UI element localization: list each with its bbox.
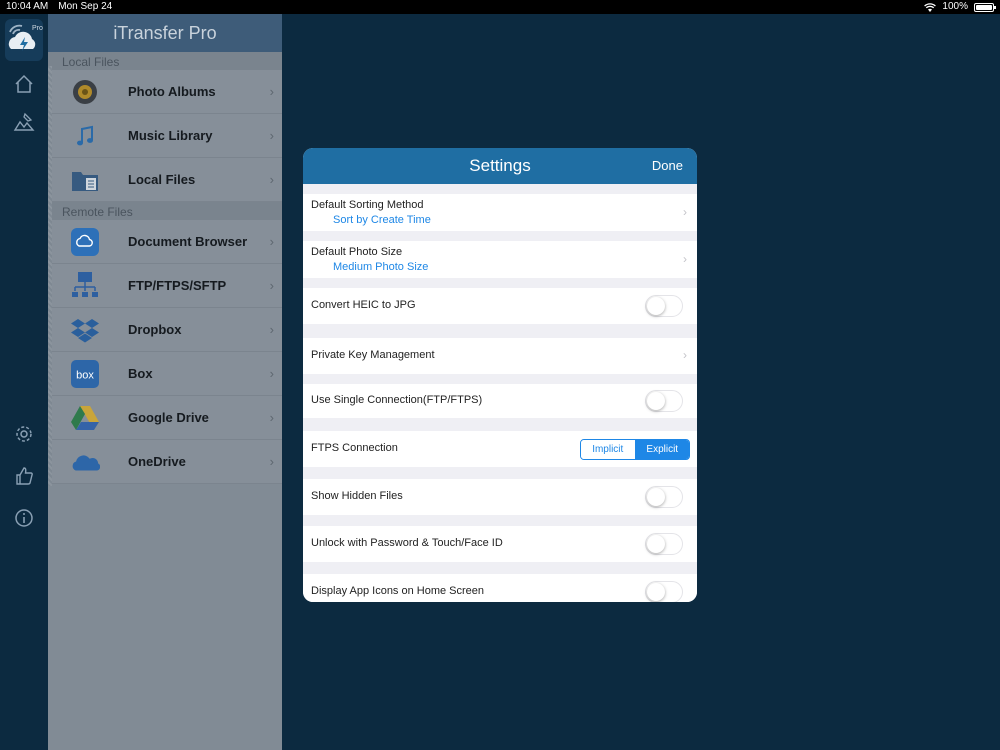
modal-header: Settings Done [303, 148, 697, 184]
unlock-toggle[interactable] [645, 533, 683, 555]
app-logo: Pro [5, 19, 43, 61]
thumbs-up-icon[interactable] [12, 464, 36, 488]
network-icon [70, 271, 100, 301]
status-time: 10:04 AM [6, 1, 49, 12]
icloud-icon [70, 227, 100, 257]
modal-title: Settings [469, 156, 531, 175]
sidebar-title: iTransfer Pro [48, 14, 282, 52]
status-right: 100% [924, 0, 996, 14]
setting-label: Show Hidden Files [311, 490, 403, 502]
setting-label: FTPS Connection [311, 442, 398, 454]
sidebar-item-label: Dropbox [128, 322, 182, 337]
setting-label: Display App Icons on Home Screen [311, 585, 485, 597]
setting-label: Default Sorting Method [311, 199, 424, 211]
chevron-right-icon: › [269, 366, 274, 381]
setting-label: Convert HEIC to JPG [311, 299, 416, 311]
settings-modal: Settings Done Default Sorting Method Sor… [303, 148, 697, 602]
setting-row-unlock: Unlock with Password & Touch/Face ID [303, 526, 697, 562]
section-header-remote: Remote Files [48, 202, 282, 220]
setting-label: Private Key Management [311, 349, 435, 361]
setting-row-photo-size[interactable]: Default Photo Size Medium Photo Size › [303, 241, 697, 278]
battery-percent: 100% [942, 1, 968, 12]
done-button[interactable]: Done [652, 158, 683, 173]
setting-row-single-connection: Use Single Connection(FTP/FTPS) [303, 384, 697, 418]
gear-icon[interactable] [12, 422, 36, 446]
setting-label: Use Single Connection(FTP/FTPS) [311, 394, 483, 406]
single-connection-toggle[interactable] [645, 390, 683, 412]
folder-icon [70, 165, 100, 195]
image-edit-icon[interactable] [12, 110, 36, 134]
app-icons-toggle[interactable] [645, 581, 683, 602]
sidebar-item-onedrive[interactable]: OneDrive › [48, 440, 282, 484]
setting-row-private-key[interactable]: Private Key Management › [303, 338, 697, 374]
sidebar: iTransfer Pro Local Files Photo Albums ›… [48, 14, 282, 750]
hidden-files-toggle[interactable] [645, 486, 683, 508]
setting-value: Sort by Create Time [333, 214, 431, 226]
setting-row-sorting[interactable]: Default Sorting Method Sort by Create Ti… [303, 194, 697, 231]
setting-value: Medium Photo Size [333, 261, 429, 273]
status-bar: 10:04 AM Mon Sep 24 100% [0, 0, 1000, 14]
sidebar-item-label: FTP/FTPS/SFTP [128, 278, 227, 293]
sidebar-item-ftp[interactable]: FTP/FTPS/SFTP › [48, 264, 282, 308]
info-icon[interactable] [12, 506, 36, 530]
setting-row-heic: Convert HEIC to JPG [303, 288, 697, 324]
sidebar-item-label: OneDrive [128, 454, 186, 469]
setting-row-ftps: FTPS Connection Implicit Explicit [303, 431, 697, 467]
setting-label: Unlock with Password & Touch/Face ID [311, 537, 503, 549]
chevron-right-icon: › [683, 348, 687, 362]
chevron-right-icon: › [683, 252, 687, 266]
pro-badge: Pro [32, 25, 43, 32]
sidebar-item-music-library[interactable]: Music Library › [48, 114, 282, 158]
sidebar-item-google-drive[interactable]: Google Drive › [48, 396, 282, 440]
heic-toggle[interactable] [645, 295, 683, 317]
chevron-right-icon: › [269, 410, 274, 425]
wifi-icon [924, 2, 937, 12]
sidebar-item-document-browser[interactable]: Document Browser › [48, 220, 282, 264]
sidebar-item-dropbox[interactable]: Dropbox › [48, 308, 282, 352]
onedrive-icon [70, 447, 100, 477]
chevron-right-icon: › [269, 322, 274, 337]
sidebar-item-photo-albums[interactable]: Photo Albums › [48, 70, 282, 114]
google-drive-icon [70, 403, 100, 433]
sidebar-item-box[interactable]: box Box › [48, 352, 282, 396]
setting-row-app-icons: Display App Icons on Home Screen [303, 574, 697, 602]
battery-icon [974, 2, 996, 12]
status-date: Mon Sep 24 [58, 1, 113, 12]
sidebar-item-label: Box [128, 366, 153, 381]
sidebar-item-label: Document Browser [128, 234, 248, 249]
sidebar-divider [48, 66, 52, 486]
section-header-local: Local Files [48, 52, 282, 70]
icon-rail: Pro [0, 14, 48, 750]
setting-label: Default Photo Size [311, 246, 403, 258]
chevron-right-icon: › [269, 172, 274, 187]
settings-list: Default Sorting Method Sort by Create Ti… [303, 184, 697, 602]
ftps-implicit-option[interactable]: Implicit [581, 440, 636, 459]
music-note-icon [70, 121, 100, 151]
sidebar-item-local-files[interactable]: Local Files › [48, 158, 282, 202]
sidebar-item-label: Music Library [128, 128, 213, 143]
ftps-explicit-option[interactable]: Explicit [635, 440, 689, 459]
sidebar-item-label: Google Drive [128, 410, 209, 425]
svg-text:box: box [76, 369, 94, 381]
home-icon[interactable] [12, 72, 36, 96]
chevron-right-icon: › [269, 84, 274, 99]
box-icon: box [70, 359, 100, 389]
chevron-right-icon: › [269, 128, 274, 143]
setting-row-hidden-files: Show Hidden Files [303, 479, 697, 515]
sidebar-item-label: Local Files [128, 172, 196, 187]
dropbox-icon [70, 315, 100, 345]
chevron-right-icon: › [269, 234, 274, 249]
sidebar-item-label: Photo Albums [128, 84, 216, 99]
chevron-right-icon: › [269, 454, 274, 469]
chevron-right-icon: › [269, 278, 274, 293]
photo-albums-icon [70, 77, 100, 107]
chevron-right-icon: › [683, 205, 687, 219]
ftps-segmented-control: Implicit Explicit [580, 439, 690, 460]
